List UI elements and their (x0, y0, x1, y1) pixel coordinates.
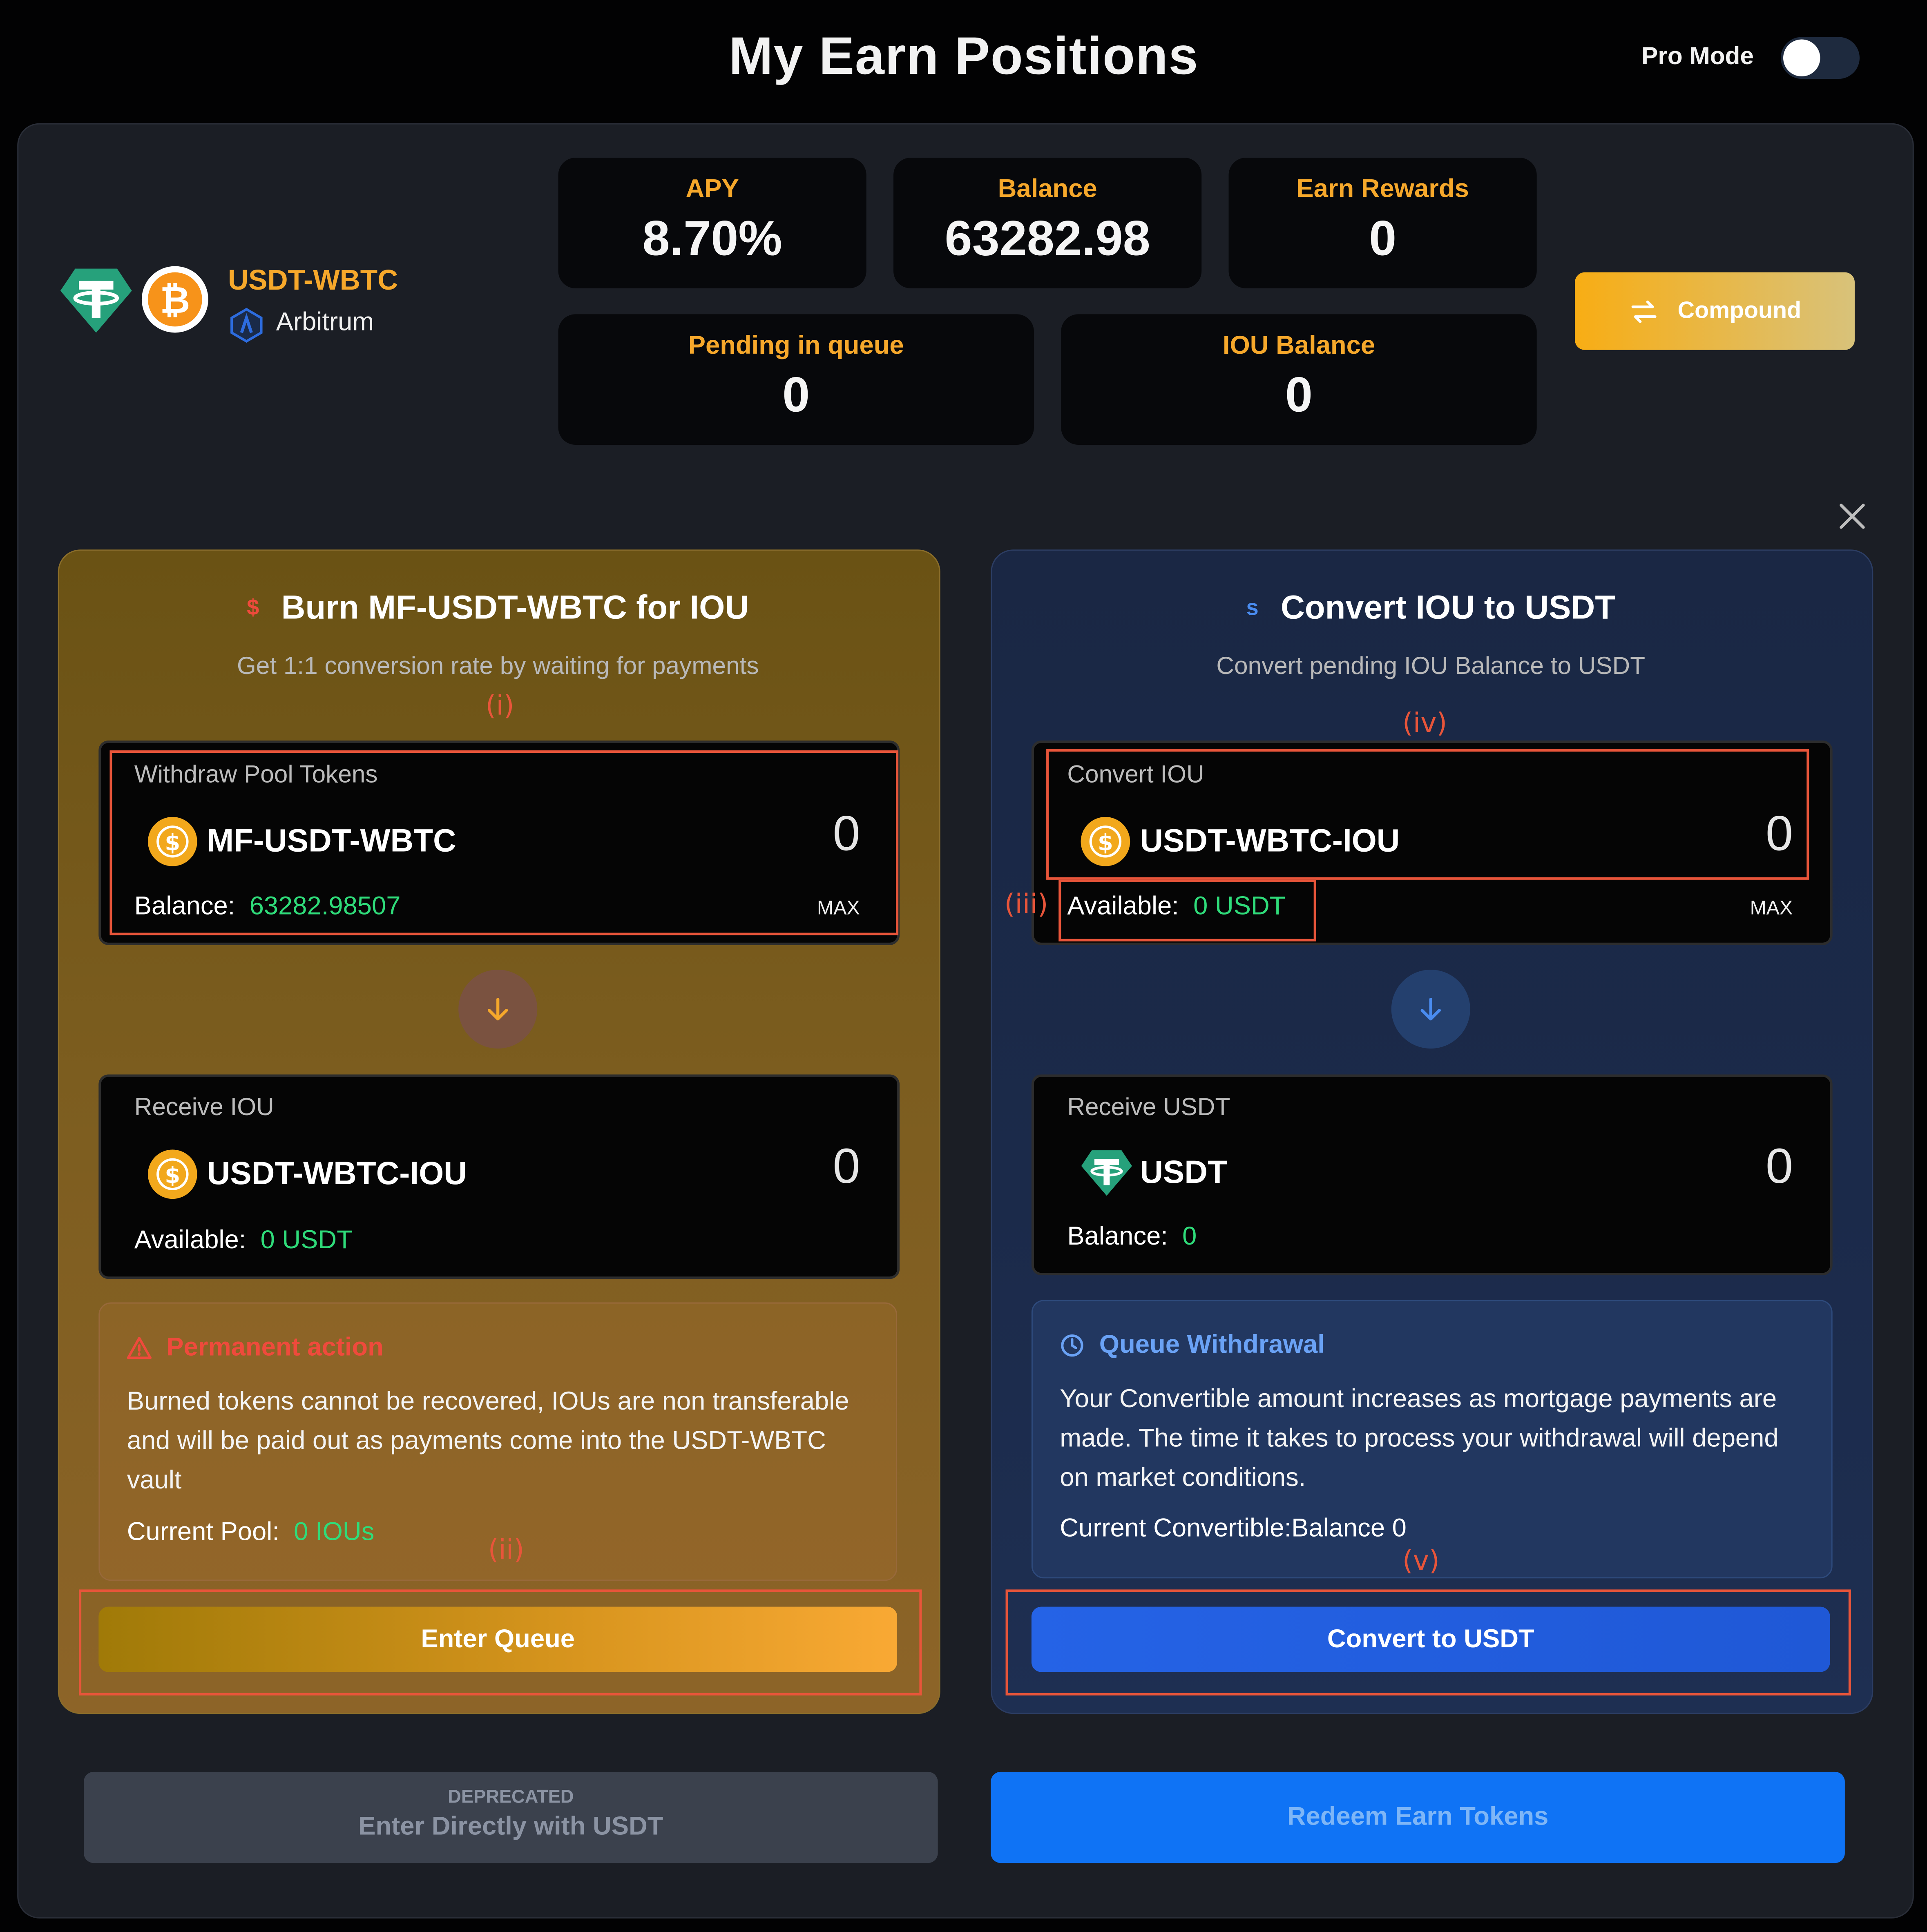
available-label: Available: (134, 1226, 246, 1254)
enter-directly-button[interactable]: DEPRECATED Enter Directly with USDT (84, 1771, 938, 1863)
dollar-icon: $ (247, 595, 259, 620)
withdraw-label: Withdraw Pool Tokens (134, 761, 378, 789)
convert-available: Available: 0 USDT (1067, 892, 1285, 921)
close-icon[interactable] (1836, 500, 1868, 532)
deprecated-label: DEPRECATED (448, 1787, 574, 1808)
warning-icon (127, 1337, 152, 1359)
convert-card-title: Convert IOU to USDT (1281, 589, 1616, 626)
annotation-iii: (iii) (1004, 889, 1048, 921)
pro-mode-label: Pro Mode (1641, 43, 1754, 70)
pro-mode-toggle[interactable] (1780, 37, 1860, 79)
withdraw-balance: Balance: 63282.98507 (134, 892, 401, 921)
notice-body: Burned tokens cannot be recovered, IOUs … (127, 1387, 849, 1495)
annotation-i: (i) (485, 691, 514, 722)
stat-value: 0 (1285, 368, 1313, 423)
receive-usdt-balance: Balance: 0 (1067, 1222, 1197, 1252)
withdraw-token: MF-USDT-WBTC (207, 822, 456, 859)
swap-s-icon: s (1246, 595, 1259, 620)
convert-iou-token: USDT-WBTC-IOU (1140, 822, 1400, 859)
annotation-iv: (iv) (1402, 708, 1447, 739)
toggle-knob (1783, 39, 1820, 77)
balance-label: Balance: (1067, 1222, 1168, 1251)
arbitrum-icon (230, 308, 263, 343)
stat-value: 0 (1369, 212, 1397, 266)
svg-text:$: $ (165, 830, 180, 855)
compound-label: Compound (1677, 297, 1802, 323)
convert-amount-input[interactable]: 0 (1672, 807, 1793, 863)
max-button[interactable]: MAX (1750, 898, 1793, 920)
stat-value: 0 (782, 368, 810, 423)
convert-card-header: s Convert IOU to USDT (991, 589, 1871, 627)
svg-text:$: $ (1098, 830, 1113, 855)
notice-body: Your Convertible amount increases as mor… (1060, 1385, 1779, 1493)
notice-title: Queue Withdrawal (1099, 1330, 1325, 1359)
synth-coin-icon: $ (147, 1149, 197, 1199)
pool-label: Current Pool: (127, 1518, 279, 1546)
convert-iou-label: Convert IOU (1067, 761, 1204, 789)
pool-value: 0 IOUs (294, 1518, 375, 1546)
synth-coin-icon: $ (1081, 817, 1130, 866)
chain-name: Arbitrum (276, 308, 374, 337)
available-value: 0 USDT (1193, 892, 1286, 921)
balance-label: Balance: (134, 892, 235, 921)
stat-apy: APY 8.70% (558, 158, 866, 288)
redeem-earn-tokens-button[interactable]: Redeem Earn Tokens (991, 1771, 1845, 1863)
enter-queue-button[interactable]: Enter Queue (98, 1606, 898, 1672)
burn-arrow (458, 970, 538, 1049)
burn-card-header: $ Burn MF-USDT-WBTC for IOU (58, 589, 938, 627)
annotation-v: (v) (1402, 1546, 1440, 1577)
arrow-down-icon (487, 997, 508, 1021)
convert-arrow (1391, 970, 1470, 1049)
swap-icon (1632, 300, 1657, 323)
tether-icon (60, 268, 132, 333)
notice-title: Permanent action (166, 1333, 384, 1362)
convert-to-usdt-button[interactable]: Convert to USDT (1031, 1606, 1830, 1672)
svg-text:$: $ (165, 1162, 180, 1188)
svg-text:₿: ₿ (160, 279, 190, 322)
synth-coin-icon: $ (147, 817, 197, 866)
notice-heading: Permanent action (127, 1333, 384, 1363)
bitcoin-icon: ₿ (141, 266, 208, 333)
app-root: My Earn Positions Pro Mode ₿ USDT-WBTC A… (0, 0, 1927, 1932)
notice-heading: Queue Withdrawal (1060, 1331, 1325, 1360)
stat-label: Earn Rewards (1296, 175, 1469, 203)
balance-value: 0 (1182, 1222, 1197, 1251)
available-label: Available: (1067, 892, 1179, 921)
annotation-ii: (ii) (488, 1535, 525, 1566)
receive-usdt-label: Receive USDT (1067, 1094, 1230, 1122)
tether-icon (1081, 1150, 1132, 1196)
pool-pair-name: USDT-WBTC (228, 263, 398, 296)
stat-value: 63282.98 (945, 212, 1150, 266)
burn-card-title: Burn MF-USDT-WBTC for IOU (281, 589, 749, 626)
stat-earn-rewards: Earn Rewards 0 (1228, 158, 1537, 288)
withdraw-amount-input[interactable]: 0 (739, 807, 860, 863)
receive-iou-label: Receive IOU (134, 1094, 274, 1122)
current-pool: Current Pool: 0 IOUs (127, 1518, 375, 1547)
convert-card-subtitle: Convert pending IOU Balance to USDT (1216, 653, 1646, 680)
receive-iou-token: USDT-WBTC-IOU (207, 1154, 467, 1192)
clock-icon (1061, 1334, 1083, 1357)
burn-card-subtitle: Get 1:1 conversion rate by waiting for p… (237, 653, 759, 680)
enter-directly-label: Enter Directly with USDT (358, 1812, 663, 1841)
stat-label: IOU Balance (1222, 331, 1375, 360)
stat-label: Balance (998, 175, 1097, 203)
balance-value: 63282.98507 (249, 892, 401, 921)
page-title: My Earn Positions (728, 27, 1199, 87)
arrow-down-icon (1420, 997, 1441, 1021)
receive-iou-available: Available: 0 USDT (134, 1226, 353, 1256)
max-button[interactable]: MAX (817, 898, 860, 920)
stat-iou-balance: IOU Balance 0 (1061, 314, 1537, 445)
stat-label: Pending in queue (688, 331, 904, 360)
receive-usdt-amount: 0 (1766, 1140, 1793, 1194)
stat-value: 8.70% (642, 212, 782, 266)
stat-pending-queue: Pending in queue 0 (558, 314, 1034, 445)
receive-usdt-token: USDT (1140, 1153, 1227, 1191)
available-value: 0 USDT (260, 1226, 353, 1254)
stat-label: APY (686, 175, 739, 203)
current-convertible: Current Convertible:Balance 0 (1060, 1514, 1407, 1543)
receive-iou-amount: 0 (833, 1140, 860, 1194)
stat-balance: Balance 63282.98 (893, 158, 1202, 288)
compound-button[interactable]: Compound (1575, 272, 1855, 350)
